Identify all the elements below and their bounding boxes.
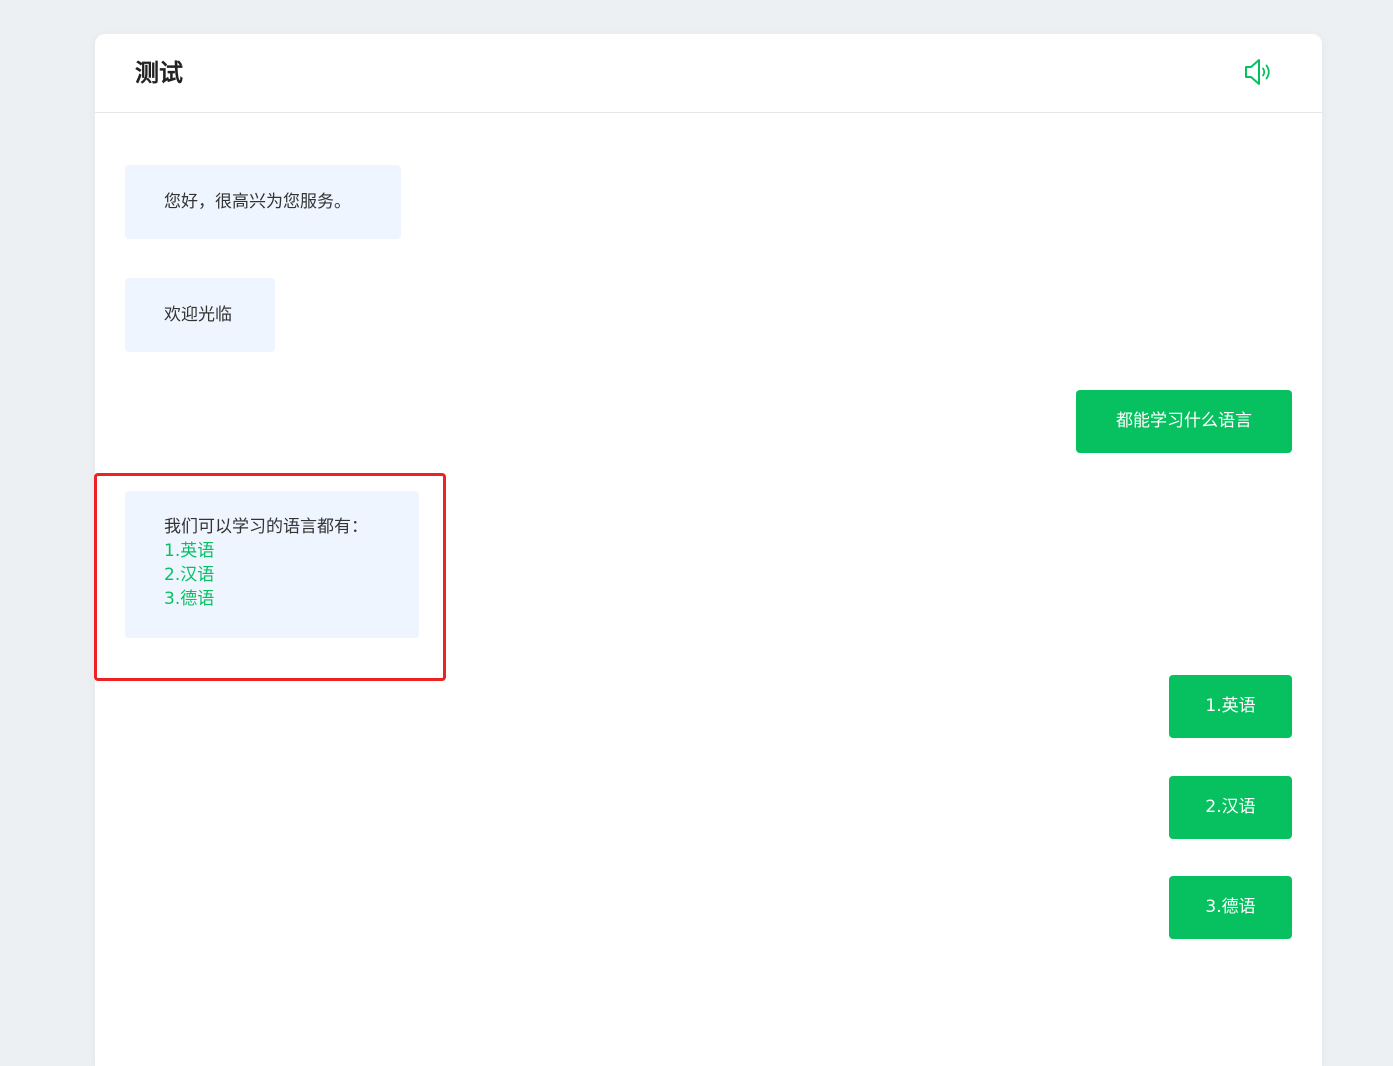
message-text: 1.英语 (1205, 696, 1256, 716)
user-reply-german: 3.德语 (1169, 876, 1292, 939)
option-german-link[interactable]: 3.德语 (164, 587, 380, 611)
message-text: 3.德语 (1205, 897, 1256, 917)
message-text: 欢迎光临 (164, 305, 232, 325)
message-text: 2.汉语 (1205, 797, 1256, 817)
message-text: 我们可以学习的语言都有： (164, 517, 368, 537)
option-english-link[interactable]: 1.英语 (164, 539, 380, 563)
bot-message-greeting: 您好，很高兴为您服务。 (125, 165, 401, 239)
page-title: 测试 (135, 59, 183, 87)
user-reply-chinese: 2.汉语 (1169, 776, 1292, 839)
chat-header: 测试 (95, 34, 1322, 113)
user-reply-english: 1.英语 (1169, 675, 1292, 738)
speaker-icon[interactable] (1241, 56, 1277, 88)
option-chinese-link[interactable]: 2.汉语 (164, 563, 380, 587)
message-text: 您好，很高兴为您服务。 (164, 192, 351, 212)
message-text: 都能学习什么语言 (1116, 411, 1252, 431)
chat-window: 测试 您好，很高兴为您服务。 欢迎光临 都能学习什么语言 我们可以学习的语言都有… (94, 34, 1322, 1066)
bot-message-language-list: 我们可以学习的语言都有： 1.英语 2.汉语 3.德语 (125, 491, 419, 638)
bot-message-welcome: 欢迎光临 (125, 278, 275, 352)
user-message-question: 都能学习什么语言 (1076, 390, 1292, 453)
